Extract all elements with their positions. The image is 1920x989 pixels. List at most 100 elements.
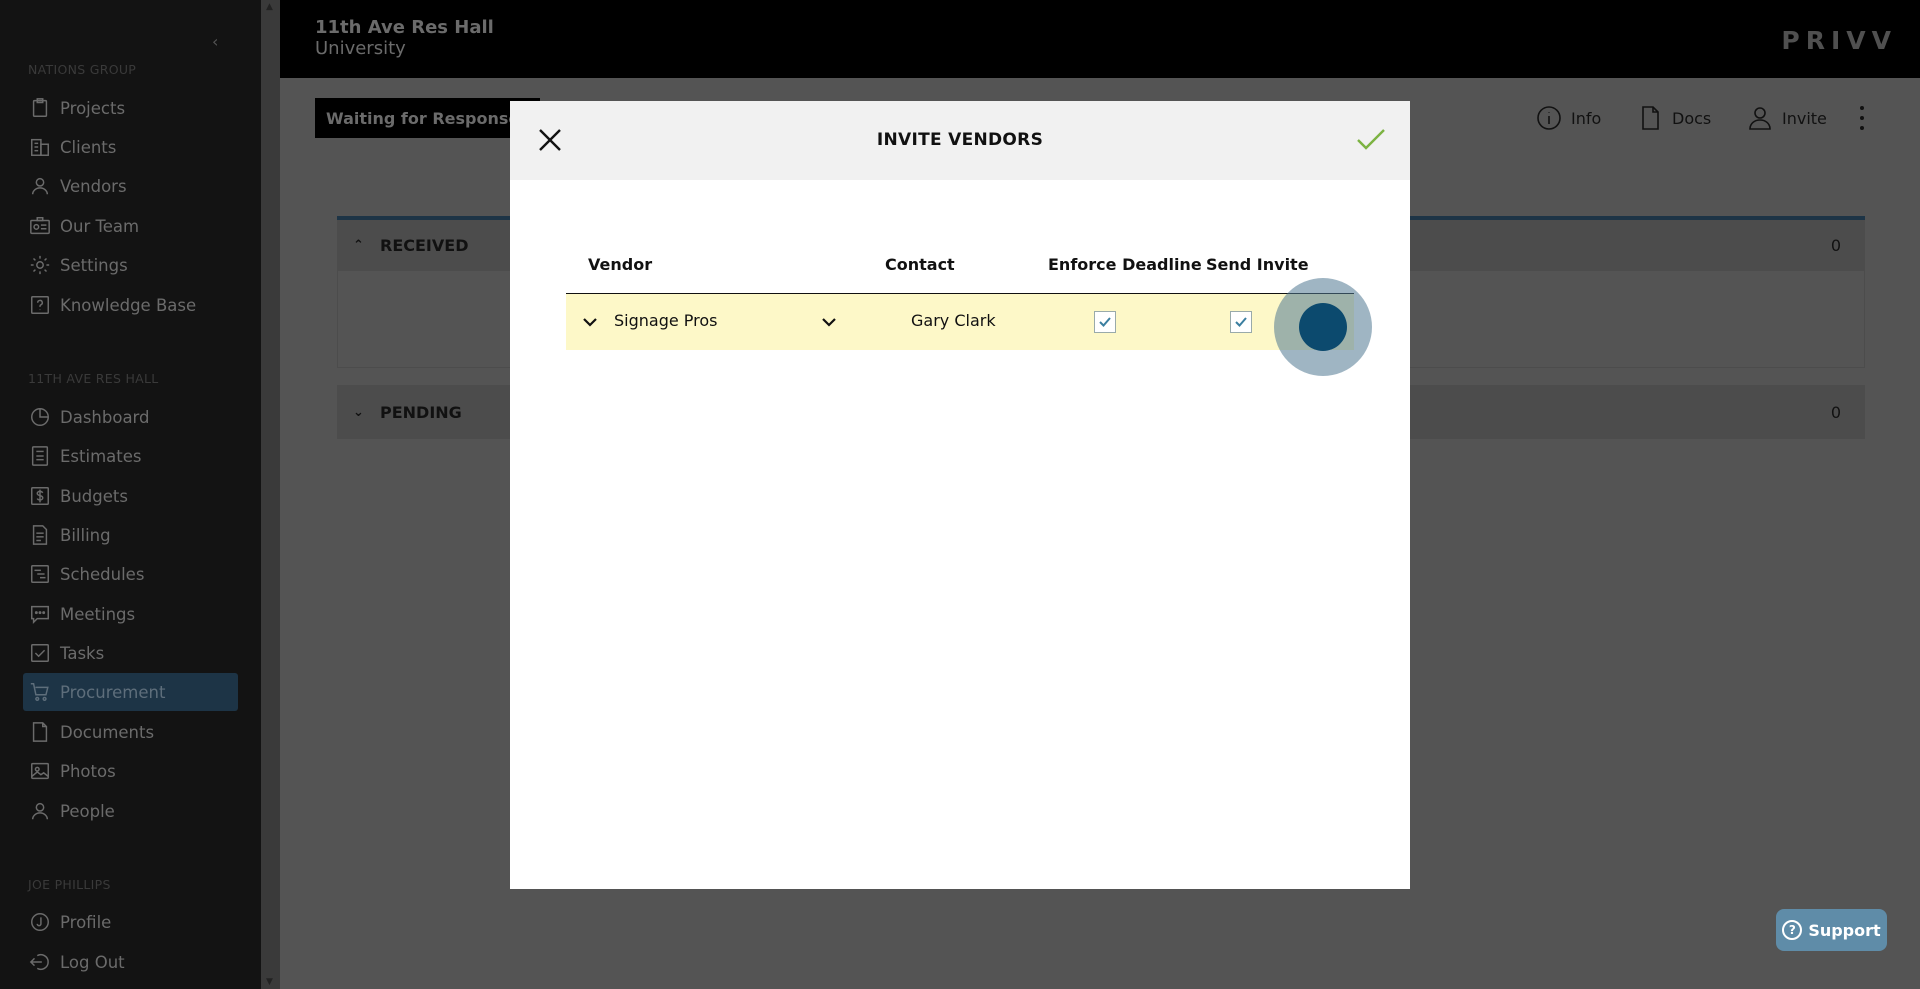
sidebar-item-label: Our Team — [60, 216, 140, 236]
sidebar-item-label: Estimates — [60, 446, 142, 466]
checkbox-icon — [27, 640, 53, 666]
pending-label: PENDING — [380, 402, 462, 422]
sidebar-item-settings[interactable]: Settings — [23, 246, 238, 284]
more-options-icon[interactable] — [1858, 106, 1866, 130]
person-icon — [1749, 107, 1771, 130]
invite-vendors-modal: INVITE VENDORS Vendor Contact Enforce De… — [510, 101, 1410, 889]
brand-logo: PRIVV — [1781, 26, 1897, 55]
sidebar-item-label: Knowledge Base — [60, 295, 197, 315]
calculator-icon — [27, 443, 53, 469]
clipboard-icon — [27, 95, 53, 121]
collapse-sidebar-icon[interactable]: ‹ — [212, 32, 218, 51]
invite-button[interactable]: Invite — [1746, 100, 1827, 136]
pending-count: 0 — [1830, 402, 1841, 422]
chevron-up-icon: ⌃ — [353, 237, 364, 253]
chevron-down-icon: ⌄ — [353, 404, 364, 420]
contact-cell[interactable]: Gary Clark — [911, 311, 996, 330]
sidebar-item-label: Billing — [60, 525, 111, 545]
click-indicator-dot — [1299, 303, 1347, 351]
column-header-vendor: Vendor — [588, 255, 653, 274]
chat-icon — [27, 601, 53, 627]
document-icon — [27, 719, 53, 745]
sidebar-item-documents[interactable]: Documents — [23, 713, 238, 751]
sidebar-item-tasks[interactable]: Tasks — [23, 634, 238, 672]
sidebar-item-label: Tasks — [60, 643, 105, 663]
sidebar-item-knowledge-base[interactable]: Knowledge Base — [23, 286, 238, 324]
vendor-dropdown-icon[interactable] — [581, 313, 599, 331]
client-name: University — [315, 38, 406, 59]
support-button[interactable]: ? Support — [1776, 909, 1887, 951]
sidebar-scrollbar[interactable]: ▲ ▼ — [261, 0, 280, 989]
sidebar: ‹ NATIONS GROUP Projects Clients Vendors… — [0, 0, 261, 989]
contact-dropdown-icon[interactable] — [820, 313, 838, 331]
sidebar-item-meetings[interactable]: Meetings — [23, 595, 238, 633]
sidebar-item-label: Clients — [60, 137, 117, 157]
gear-icon — [27, 252, 53, 278]
sidebar-item-people[interactable]: People — [23, 792, 238, 830]
image-icon — [27, 758, 53, 784]
sidebar-item-photos[interactable]: Photos — [23, 752, 238, 790]
sidebar-item-label: Profile — [60, 912, 112, 932]
vendor-cell[interactable]: Signage Pros — [614, 311, 718, 330]
profile-icon — [27, 909, 53, 935]
id-card-icon — [27, 213, 53, 239]
column-header-contact: Contact — [885, 255, 955, 274]
docs-label: Docs — [1672, 108, 1712, 128]
sidebar-item-label: Dashboard — [60, 407, 150, 427]
document-icon — [1642, 106, 1659, 130]
modal-header: INVITE VENDORS — [510, 101, 1410, 180]
sidebar-item-vendors[interactable]: Vendors — [23, 167, 238, 205]
sidebar-item-label: Photos — [60, 761, 116, 781]
sidebar-item-label: Meetings — [60, 604, 136, 624]
enforce-deadline-checkbox[interactable] — [1094, 311, 1116, 333]
scroll-up-icon[interactable]: ▲ — [266, 2, 273, 12]
pie-icon — [27, 404, 53, 430]
send-invite-checkbox[interactable] — [1230, 311, 1252, 333]
sidebar-item-procurement[interactable]: Procurement — [23, 673, 238, 711]
sidebar-item-budgets[interactable]: Budgets — [23, 477, 238, 515]
support-label: Support — [1808, 920, 1881, 940]
section-label-project: 11TH AVE RES HALL — [28, 371, 159, 386]
sidebar-item-label: Log Out — [60, 952, 125, 972]
building-icon — [27, 134, 53, 160]
section-label-user: JOE PHILLIPS — [28, 877, 111, 892]
logout-icon — [27, 949, 53, 975]
column-header-send-invite: Send Invite — [1206, 255, 1309, 274]
invite-label: Invite — [1782, 108, 1827, 128]
received-label: RECEIVED — [380, 235, 469, 255]
table-row: Signage Pros Gary Clark — [566, 294, 1354, 350]
sidebar-item-profile[interactable]: Profile — [23, 903, 238, 941]
sidebar-item-clients[interactable]: Clients — [23, 128, 238, 166]
cart-icon — [27, 679, 53, 705]
sidebar-item-dashboard[interactable]: Dashboard — [23, 398, 238, 436]
sidebar-item-label: Procurement — [60, 682, 166, 702]
project-name: 11th Ave Res Hall — [315, 17, 494, 38]
sidebar-item-label: Vendors — [60, 176, 127, 196]
sidebar-item-billing[interactable]: Billing — [23, 516, 238, 554]
question-icon — [27, 292, 53, 318]
sidebar-item-schedules[interactable]: Schedules — [23, 555, 238, 593]
sidebar-item-label: Settings — [60, 255, 128, 275]
sidebar-item-estimates[interactable]: Estimates — [23, 437, 238, 475]
top-header: 11th Ave Res Hall University PRIVV — [280, 0, 1920, 78]
sidebar-item-label: Schedules — [60, 564, 145, 584]
column-header-enforce-deadline: Enforce Deadline — [1048, 255, 1202, 274]
confirm-button[interactable] — [1355, 125, 1387, 155]
docs-button[interactable]: Docs — [1636, 100, 1711, 136]
section-label-org: NATIONS GROUP — [28, 62, 137, 77]
status-badge: Waiting for Responses — [315, 98, 540, 138]
checkmark-icon — [1357, 129, 1385, 150]
invoice-icon — [27, 522, 53, 548]
sidebar-item-label: Projects — [60, 98, 126, 118]
sidebar-item-label: Documents — [60, 722, 155, 742]
person-icon — [27, 798, 53, 824]
info-button[interactable]: Info — [1535, 100, 1601, 136]
sidebar-item-projects[interactable]: Projects — [23, 89, 238, 127]
sidebar-item-our-team[interactable]: Our Team — [23, 207, 238, 245]
sidebar-item-log-out[interactable]: Log Out — [23, 943, 238, 981]
dollar-icon — [27, 483, 53, 509]
gantt-icon — [27, 561, 53, 587]
sidebar-item-label: Budgets — [60, 486, 128, 506]
modal-title: INVITE VENDORS — [876, 130, 1044, 150]
scroll-down-icon[interactable]: ▼ — [266, 977, 273, 987]
